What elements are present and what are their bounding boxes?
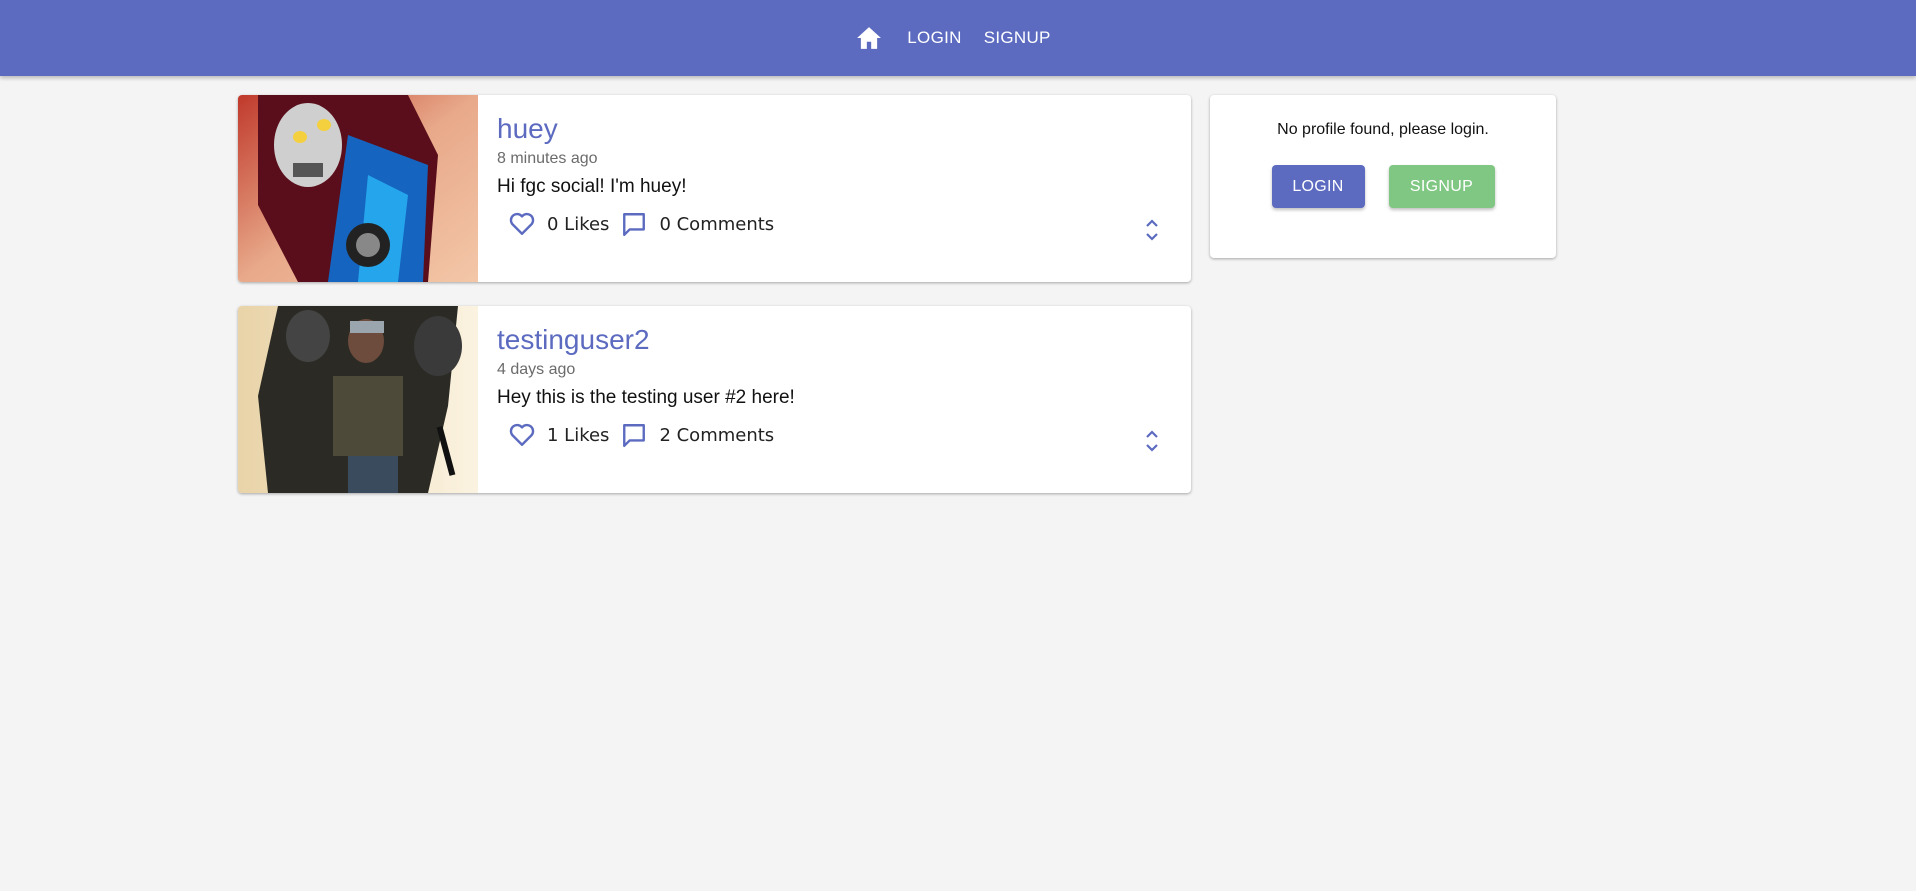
comment-button[interactable] xyxy=(619,209,649,239)
home-icon[interactable] xyxy=(854,23,884,53)
comments-count: 0 Comments xyxy=(659,213,775,235)
expand-button[interactable] xyxy=(1137,426,1167,456)
unfold-more-icon xyxy=(1146,430,1158,452)
comments-count: 2 Comments xyxy=(659,424,775,446)
nav-signup-link[interactable]: SIGNUP xyxy=(973,20,1062,56)
chat-bubble-icon xyxy=(623,424,646,448)
nav-links: LOGIN SIGNUP xyxy=(854,20,1061,56)
unfold-more-icon xyxy=(1146,219,1158,241)
heart-icon xyxy=(509,423,535,446)
heart-icon xyxy=(509,212,535,235)
post-body-text: Hey this is the testing user #2 here! xyxy=(497,387,795,408)
login-button[interactable]: LOGIN xyxy=(1271,165,1365,208)
post-card: testinguser2 4 days ago Hey this is the … xyxy=(238,306,1191,493)
post-timestamp: 8 minutes ago xyxy=(497,150,598,167)
post-actions: 0 Likes 0 Comments xyxy=(507,209,1172,239)
post-username[interactable]: huey xyxy=(497,113,558,145)
post-content: testinguser2 4 days ago Hey this is the … xyxy=(478,306,1191,493)
post-actions: 1 Likes 2 Comments xyxy=(507,420,1172,450)
post-body-text: Hi fgc social! I'm huey! xyxy=(497,176,687,197)
navbar: LOGIN SIGNUP xyxy=(0,0,1916,76)
profile-card: No profile found, please login. LOGIN SI… xyxy=(1210,95,1556,258)
profile-message: No profile found, please login. xyxy=(1277,121,1489,138)
chat-bubble-icon xyxy=(623,213,646,237)
like-button[interactable] xyxy=(507,420,537,450)
post-username[interactable]: testinguser2 xyxy=(497,324,650,356)
likes-count: 0 Likes xyxy=(547,213,610,235)
like-button[interactable] xyxy=(507,209,537,239)
signup-button[interactable]: SIGNUP xyxy=(1388,165,1495,208)
post-card: huey 8 minutes ago Hi fgc social! I'm hu… xyxy=(238,95,1191,282)
post-timestamp: 4 days ago xyxy=(497,361,576,378)
post-content: huey 8 minutes ago Hi fgc social! I'm hu… xyxy=(478,95,1191,282)
likes-count: 1 Likes xyxy=(547,424,610,446)
profile-buttons: LOGIN SIGNUP xyxy=(1210,165,1556,208)
expand-button[interactable] xyxy=(1137,215,1167,245)
post-user-image xyxy=(238,95,478,282)
nav-login-link[interactable]: LOGIN xyxy=(896,20,972,56)
comment-button[interactable] xyxy=(619,420,649,450)
post-user-image xyxy=(238,306,478,493)
